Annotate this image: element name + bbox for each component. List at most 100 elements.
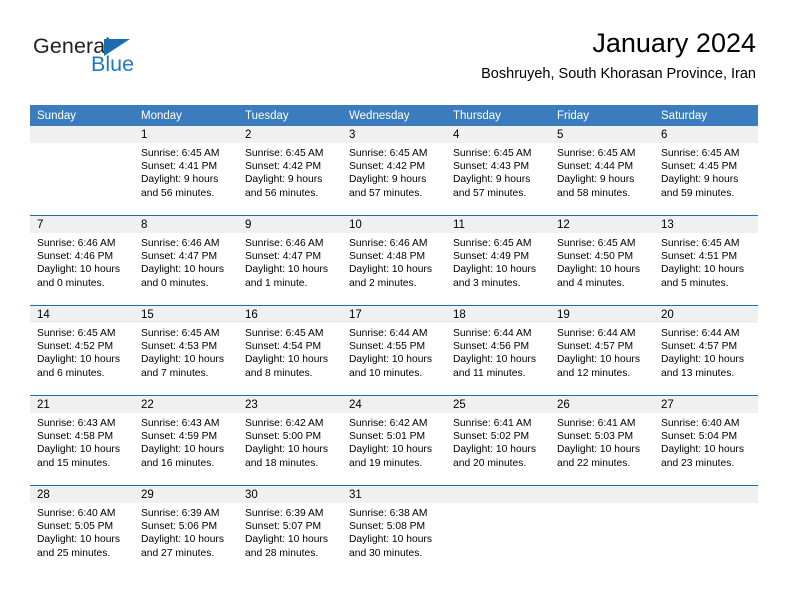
calendar-table: Sunday Monday Tuesday Wednesday Thursday Frid… (30, 105, 758, 575)
weekday-header-saturday: Saturday (654, 105, 758, 126)
day-details: Sunrise: 6:45 AM Sunset: 4:51 PM Daylight:… (654, 233, 758, 290)
day-number: 20 (654, 306, 758, 323)
calendar-day-cell[interactable]: 30 Sunrise: 6:39 AM Sunset: 5:07 PM Dayligh… (238, 485, 342, 575)
day-number: 22 (134, 396, 238, 413)
calendar-day-cell[interactable]: 31 Sunrise: 6:38 AM Sunset: 5:08 PM Dayligh… (342, 485, 446, 575)
sunset-time: Sunset: 5:01 PM (349, 431, 426, 443)
daylight-duration: Daylight: 10 hours and 0 minutes. (141, 264, 224, 289)
calendar-day-cell[interactable]: 1 Sunrise: 6:45 AM Sunset: 4:41 PM Daylight… (134, 126, 238, 216)
day-number: 3 (342, 126, 446, 143)
calendar-day-cell[interactable]: 21 Sunrise: 6:43 AM Sunset: 4:58 PM Dayligh… (30, 395, 134, 486)
calendar-day-cell[interactable]: 19 Sunrise: 6:44 AM Sunset: 4:57 PM Dayligh… (550, 305, 654, 396)
sunset-time: Sunset: 5:08 PM (349, 521, 426, 533)
calendar-day-cell[interactable]: 7 Sunrise: 6:46 AM Sunset: 4:46 PM Daylight… (30, 215, 134, 306)
calendar-day-cell-empty (654, 485, 758, 575)
calendar-day-cell[interactable]: 25 Sunrise: 6:41 AM Sunset: 5:02 PM Dayligh… (446, 395, 550, 486)
daylight-duration: Daylight: 10 hours and 2 minutes. (349, 264, 432, 289)
sunrise-time: Sunrise: 6:39 AM (141, 508, 220, 519)
sunrise-time: Sunrise: 6:38 AM (349, 508, 428, 519)
calendar-day-cell[interactable]: 8 Sunrise: 6:46 AM Sunset: 4:47 PM Daylight… (134, 215, 238, 306)
day-details: Sunrise: 6:39 AM Sunset: 5:07 PM Daylight:… (238, 503, 342, 560)
daylight-duration: Daylight: 10 hours and 7 minutes. (141, 354, 224, 379)
sunset-time: Sunset: 5:07 PM (245, 521, 322, 533)
day-number (550, 486, 654, 503)
sunset-time: Sunset: 4:55 PM (349, 341, 426, 353)
day-number: 4 (446, 126, 550, 143)
day-number: 5 (550, 126, 654, 143)
day-details: Sunrise: 6:45 AM Sunset: 4:44 PM Daylight:… (550, 143, 654, 200)
calendar-day-cell[interactable]: 15 Sunrise: 6:45 AM Sunset: 4:53 PM Dayligh… (134, 305, 238, 396)
calendar-day-cell[interactable]: 27 Sunrise: 6:40 AM Sunset: 5:04 PM Dayligh… (654, 395, 758, 486)
sunrise-time: Sunrise: 6:45 AM (453, 238, 532, 249)
day-details: Sunrise: 6:44 AM Sunset: 4:57 PM Daylight:… (654, 323, 758, 380)
day-details: Sunrise: 6:46 AM Sunset: 4:46 PM Daylight:… (30, 233, 134, 290)
sunset-time: Sunset: 5:04 PM (661, 431, 738, 443)
calendar-day-cell[interactable]: 9 Sunrise: 6:46 AM Sunset: 4:47 PM Daylight… (238, 215, 342, 306)
calendar-day-cell[interactable]: 18 Sunrise: 6:44 AM Sunset: 4:56 PM Dayligh… (446, 305, 550, 396)
daylight-duration: Daylight: 10 hours and 20 minutes. (453, 444, 536, 469)
calendar-day-cell[interactable]: 17 Sunrise: 6:44 AM Sunset: 4:55 PM Dayligh… (342, 305, 446, 396)
daylight-duration: Daylight: 10 hours and 30 minutes. (349, 534, 432, 559)
calendar-day-cell-empty (446, 485, 550, 575)
calendar-day-cell[interactable]: 3 Sunrise: 6:45 AM Sunset: 4:42 PM Daylight… (342, 126, 446, 216)
day-details: Sunrise: 6:45 AM Sunset: 4:49 PM Daylight:… (446, 233, 550, 290)
calendar-day-cell[interactable]: 22 Sunrise: 6:43 AM Sunset: 4:59 PM Dayligh… (134, 395, 238, 486)
day-number: 17 (342, 306, 446, 323)
weekday-header-friday: Friday (550, 105, 654, 126)
sunset-time: Sunset: 5:05 PM (37, 521, 114, 533)
sunset-time: Sunset: 4:56 PM (453, 341, 530, 353)
calendar-day-cell[interactable]: 24 Sunrise: 6:42 AM Sunset: 5:01 PM Dayligh… (342, 395, 446, 486)
sunrise-time: Sunrise: 6:46 AM (141, 238, 220, 249)
calendar-day-cell[interactable]: 5 Sunrise: 6:45 AM Sunset: 4:44 PM Daylight… (550, 126, 654, 216)
day-number: 1 (134, 126, 238, 143)
calendar-day-cell[interactable]: 20 Sunrise: 6:44 AM Sunset: 4:57 PM Dayligh… (654, 305, 758, 396)
sunrise-time: Sunrise: 6:44 AM (557, 328, 636, 339)
calendar-day-cell[interactable]: 4 Sunrise: 6:45 AM Sunset: 4:43 PM Daylight… (446, 126, 550, 216)
calendar-day-cell[interactable]: 14 Sunrise: 6:45 AM Sunset: 4:52 PM Dayligh… (30, 305, 134, 396)
day-details: Sunrise: 6:44 AM Sunset: 4:56 PM Daylight:… (446, 323, 550, 380)
calendar-day-cell[interactable]: 11 Sunrise: 6:45 AM Sunset: 4:49 PM Dayligh… (446, 215, 550, 306)
sunrise-time: Sunrise: 6:46 AM (37, 238, 116, 249)
sunrise-time: Sunrise: 6:45 AM (349, 148, 428, 159)
daylight-duration: Daylight: 10 hours and 27 minutes. (141, 534, 224, 559)
weekday-header-wednesday: Wednesday (342, 105, 446, 126)
calendar-day-cell[interactable]: 10 Sunrise: 6:46 AM Sunset: 4:48 PM Dayligh… (342, 215, 446, 306)
day-details: Sunrise: 6:42 AM Sunset: 5:00 PM Daylight:… (238, 413, 342, 470)
weekday-header-monday: Monday (134, 105, 238, 126)
day-details: Sunrise: 6:45 AM Sunset: 4:43 PM Daylight:… (446, 143, 550, 200)
day-number: 27 (654, 396, 758, 413)
daylight-duration: Daylight: 10 hours and 6 minutes. (37, 354, 120, 379)
title-block: January 2024 Boshruyeh, South Khorasan P… (481, 28, 756, 82)
sunset-time: Sunset: 4:45 PM (661, 161, 738, 173)
calendar-day-cell[interactable]: 2 Sunrise: 6:45 AM Sunset: 4:42 PM Daylight… (238, 126, 342, 216)
day-number: 19 (550, 306, 654, 323)
day-details: Sunrise: 6:44 AM Sunset: 4:55 PM Daylight:… (342, 323, 446, 380)
day-details: Sunrise: 6:46 AM Sunset: 4:48 PM Daylight:… (342, 233, 446, 290)
calendar-day-cell[interactable]: 6 Sunrise: 6:45 AM Sunset: 4:45 PM Daylight… (654, 126, 758, 216)
calendar-week-row: 28 Sunrise: 6:40 AM Sunset: 5:05 PM Dayligh… (30, 485, 758, 575)
sunrise-time: Sunrise: 6:43 AM (37, 418, 116, 429)
sunrise-time: Sunrise: 6:45 AM (453, 148, 532, 159)
day-details: Sunrise: 6:43 AM Sunset: 4:59 PM Daylight:… (134, 413, 238, 470)
calendar-day-cell[interactable]: 28 Sunrise: 6:40 AM Sunset: 5:05 PM Dayligh… (30, 485, 134, 575)
day-details: Sunrise: 6:41 AM Sunset: 5:03 PM Daylight:… (550, 413, 654, 470)
sunrise-time: Sunrise: 6:42 AM (245, 418, 324, 429)
calendar-day-cell[interactable]: 13 Sunrise: 6:45 AM Sunset: 4:51 PM Dayligh… (654, 215, 758, 306)
calendar-day-cell[interactable]: 29 Sunrise: 6:39 AM Sunset: 5:06 PM Dayligh… (134, 485, 238, 575)
sunset-time: Sunset: 4:42 PM (349, 161, 426, 173)
calendar-day-cell[interactable]: 26 Sunrise: 6:41 AM Sunset: 5:03 PM Dayligh… (550, 395, 654, 486)
sunset-time: Sunset: 4:43 PM (453, 161, 530, 173)
day-number: 2 (238, 126, 342, 143)
calendar-day-cell[interactable]: 12 Sunrise: 6:45 AM Sunset: 4:50 PM Dayligh… (550, 215, 654, 306)
calendar-day-cell[interactable]: 16 Sunrise: 6:45 AM Sunset: 4:54 PM Dayligh… (238, 305, 342, 396)
brand-logo[interactable]: General Blue (33, 34, 233, 78)
calendar-day-cell-empty (30, 126, 134, 216)
day-details: Sunrise: 6:40 AM Sunset: 5:05 PM Daylight:… (30, 503, 134, 560)
daylight-duration: Daylight: 10 hours and 1 minute. (245, 264, 328, 289)
calendar-week-row: 7 Sunrise: 6:46 AM Sunset: 4:46 PM Daylight… (30, 215, 758, 306)
day-number: 11 (446, 216, 550, 233)
day-details: Sunrise: 6:45 AM Sunset: 4:50 PM Daylight:… (550, 233, 654, 290)
calendar-day-cell[interactable]: 23 Sunrise: 6:42 AM Sunset: 5:00 PM Dayligh… (238, 395, 342, 486)
daylight-duration: Daylight: 10 hours and 4 minutes. (557, 264, 640, 289)
sunrise-time: Sunrise: 6:40 AM (661, 418, 740, 429)
